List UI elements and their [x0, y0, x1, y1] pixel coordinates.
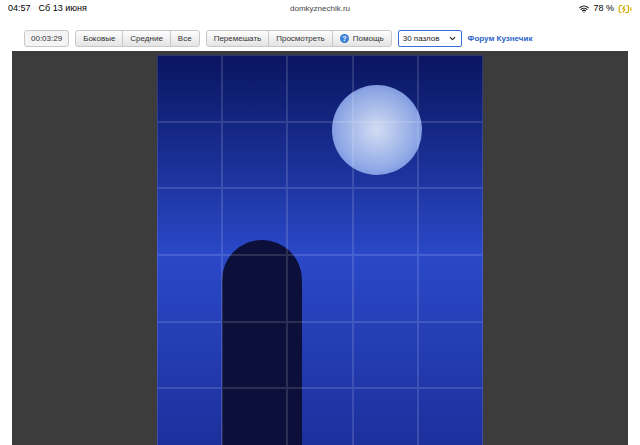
puzzle-piece[interactable]	[418, 322, 483, 389]
puzzle-piece[interactable]	[157, 55, 222, 122]
puzzle-piece[interactable]	[222, 322, 287, 389]
puzzle-piece[interactable]	[157, 122, 222, 189]
puzzle-piece[interactable]	[222, 55, 287, 122]
battery-level: 78 %	[593, 2, 614, 16]
puzzle-piece[interactable]	[418, 188, 483, 255]
chevron-icon	[448, 34, 457, 43]
screen: 04:57 Сб 13 июня domkyznechik.ru 78 % 00:03:…	[0, 0, 640, 445]
help-icon: ?	[340, 34, 349, 43]
puzzle-piece[interactable]	[222, 188, 287, 255]
puzzle-piece[interactable]	[222, 122, 287, 189]
moon	[332, 85, 422, 175]
puzzle-piece[interactable]	[353, 122, 418, 189]
puzzle-image[interactable]	[157, 55, 483, 445]
puzzle-piece[interactable]	[287, 388, 352, 445]
cat-silhouette	[222, 240, 302, 445]
timer: 00:03:29	[24, 30, 69, 47]
puzzle-piece[interactable]	[287, 188, 352, 255]
toolbar-button[interactable]: Средние	[122, 30, 171, 47]
toolbar-button[interactable]: Боковые	[75, 30, 123, 47]
puzzle-piece[interactable]	[222, 388, 287, 445]
puzzle-piece[interactable]	[287, 122, 352, 189]
status-bar: 04:57 Сб 13 июня domkyznechik.ru 78 %	[0, 0, 640, 18]
puzzle-piece[interactable]	[287, 322, 352, 389]
status-date: Сб 13 июня	[39, 2, 87, 16]
status-time: 04:57	[8, 2, 31, 16]
wifi-icon	[579, 4, 589, 14]
forum-link[interactable]: Форум Кузнечик	[468, 33, 533, 45]
puzzle-piece[interactable]	[353, 322, 418, 389]
battery-charging-icon	[618, 2, 632, 16]
puzzle-piece[interactable]	[353, 388, 418, 445]
puzzle-piece[interactable]	[418, 122, 483, 189]
puzzle-piece[interactable]	[353, 188, 418, 255]
toolbar: 00:03:29 БоковыеСредниеВсе ПеремешатьПросм…	[0, 30, 640, 47]
button-group: БоковыеСредниеВсе	[75, 30, 200, 47]
puzzle-piece[interactable]	[353, 255, 418, 322]
toolbar-button[interactable]: Просмотреть	[268, 30, 333, 47]
puzzle-piece[interactable]	[418, 388, 483, 445]
pieces-select[interactable]: 30 пазлов	[398, 30, 462, 47]
puzzle-piece[interactable]	[418, 55, 483, 122]
puzzle-piece[interactable]	[157, 322, 222, 389]
button-group: ПеремешатьПросмотреть?Помощь	[206, 30, 392, 47]
toolbar-button[interactable]: Все	[170, 30, 200, 47]
puzzle-piece[interactable]	[287, 255, 352, 322]
toolbar-button[interactable]: Перемешать	[206, 30, 270, 47]
puzzle-piece[interactable]	[418, 255, 483, 322]
puzzle-piece[interactable]	[287, 55, 352, 122]
puzzle-piece[interactable]	[222, 255, 287, 322]
puzzle-piece[interactable]	[157, 188, 222, 255]
url-label[interactable]: domkyznechik.ru	[290, 3, 350, 15]
puzzle-area	[12, 51, 628, 445]
puzzle-piece[interactable]	[157, 388, 222, 445]
puzzle-grid	[157, 55, 483, 445]
toolbar-button[interactable]: ?Помощь	[332, 30, 392, 47]
puzzle-piece[interactable]	[157, 255, 222, 322]
puzzle-piece[interactable]	[353, 55, 418, 122]
